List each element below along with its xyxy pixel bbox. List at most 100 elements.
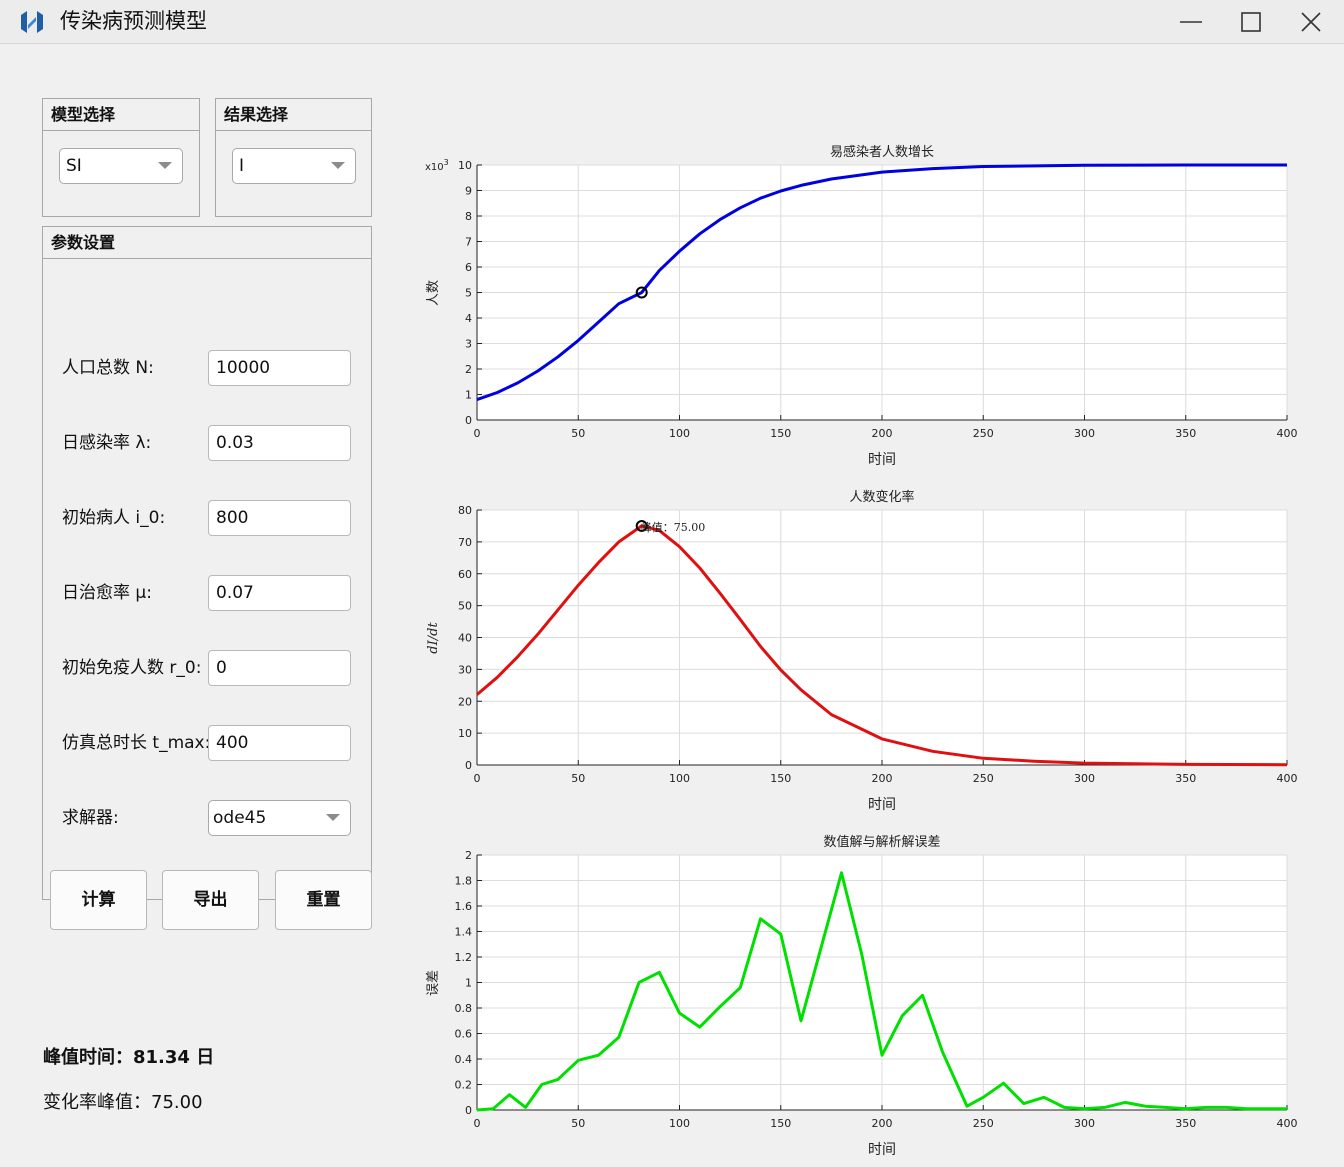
y-tick-label: 0.8 (455, 1002, 473, 1015)
susceptible-growth-chart: 易感染者人数增长 时间 人数 x103 0 50 100 150 200 250 300 35… (425, 144, 1298, 468)
y-tick-label: 3 (465, 338, 472, 351)
title-bar: 传染病预测模型 (0, 0, 1344, 44)
chevron-down-icon (326, 814, 340, 821)
y-tick-label: 20 (458, 695, 472, 708)
infection-rate-input[interactable]: 0.03 (208, 425, 351, 461)
y-tick-label: 2 (465, 363, 472, 376)
x-tick-label: 50 (571, 1117, 585, 1130)
x-tick-label: 300 (1074, 427, 1095, 440)
y-tick-label: 1 (465, 389, 472, 402)
x-tick-label: 350 (1175, 427, 1196, 440)
param-label-initial-immune: 初始免疫人数 r_0: (62, 658, 202, 678)
x-tick-label: 50 (571, 427, 585, 440)
x-tick-label: 400 (1277, 1117, 1298, 1130)
x-tick-label: 250 (973, 772, 994, 785)
solver-select[interactable]: ode45 (208, 800, 351, 836)
x-tick-label: 200 (872, 1117, 893, 1130)
window-title: 传染病预测模型 (60, 9, 207, 33)
peak-time-result: 峰值时间：81.34 日 (43, 1047, 215, 1068)
y-axis-label: 误差 (426, 970, 441, 996)
result-select[interactable]: I (232, 148, 356, 184)
y-tick-label: 1.6 (455, 900, 473, 913)
x-tick-label: 350 (1175, 772, 1196, 785)
chart-title: 人数变化率 (849, 489, 914, 505)
x-tick-label: 400 (1277, 427, 1298, 440)
x-axis-label: 时间 (868, 1142, 896, 1158)
param-label-solver: 求解器: (62, 808, 119, 828)
chevron-down-icon (158, 162, 172, 169)
x-tick-label: 300 (1074, 1117, 1095, 1130)
x-tick-label: 0 (474, 772, 481, 785)
y-tick-label: 0.6 (455, 1028, 473, 1041)
param-label-population: 人口总数 N: (62, 358, 154, 378)
chart-title: 易感染者人数增长 (830, 144, 934, 160)
y-tick-label: 1.8 (455, 875, 473, 888)
result-select-value: I (239, 156, 245, 176)
model-panel-title: 模型选择 (43, 99, 199, 131)
y-exponent-label: x103 (425, 158, 449, 173)
export-button[interactable]: 导出 (162, 870, 259, 930)
y-tick-label: 70 (458, 536, 472, 549)
x-axis-label: 时间 (868, 797, 896, 813)
x-tick-label: 100 (669, 1117, 690, 1130)
x-tick-label: 50 (571, 772, 585, 785)
x-tick-label: 0 (474, 1117, 481, 1130)
y-tick-label: 5 (465, 287, 472, 300)
y-tick-label: 0.2 (455, 1079, 473, 1092)
y-tick-label: 1 (465, 977, 472, 990)
x-tick-label: 0 (474, 427, 481, 440)
model-select-value: SI (66, 156, 82, 176)
compute-button[interactable]: 计算 (50, 870, 147, 930)
initial-infected-input[interactable]: 800 (208, 500, 351, 536)
y-tick-label: 8 (465, 210, 472, 223)
duration-input[interactable]: 400 (208, 725, 351, 761)
peak-rate-result: 变化率峰值：75.00 (43, 1092, 203, 1113)
recovery-rate-input[interactable]: 0.07 (208, 575, 351, 611)
y-tick-label: 10 (458, 159, 472, 172)
x-tick-label: 200 (872, 427, 893, 440)
y-tick-label: 0.4 (455, 1053, 473, 1066)
params-panel: 参数设置 (42, 226, 372, 900)
y-tick-label: 40 (458, 632, 472, 645)
x-tick-label: 300 (1074, 772, 1095, 785)
x-tick-label: 250 (973, 1117, 994, 1130)
result-panel-title: 结果选择 (216, 99, 371, 131)
x-tick-label: 150 (770, 1117, 791, 1130)
chart-title: 数值解与解析解误差 (823, 834, 940, 850)
change-rate-chart: 人数变化率 时间 dI/dt 0 50 100 150 200 250 300 350 400 0… (426, 489, 1298, 813)
y-tick-label: 60 (458, 568, 472, 581)
error-chart: 数值解与解析解误差 时间 误差 0 50 100 150 200 250 300 350 400… (426, 834, 1298, 1158)
y-axis-label: 人数 (426, 280, 441, 306)
params-panel-title: 参数设置 (43, 227, 371, 259)
param-label-initial-infected: 初始病人 i_0: (62, 508, 166, 528)
param-label-duration: 仿真总时长 t_max: (62, 733, 208, 753)
solver-select-value: ode45 (213, 808, 267, 828)
reset-button[interactable]: 重置 (275, 870, 372, 930)
minimize-icon[interactable] (1164, 0, 1220, 44)
x-tick-label: 150 (770, 427, 791, 440)
y-tick-label: 1.2 (455, 951, 473, 964)
x-tick-label: 200 (872, 772, 893, 785)
y-tick-label: 6 (465, 261, 472, 274)
y-tick-label: 10 (458, 727, 472, 740)
y-tick-label: 0 (465, 1104, 472, 1117)
x-tick-label: 400 (1277, 772, 1298, 785)
model-panel: 模型选择 SI (42, 98, 200, 217)
y-tick-label: 2 (465, 849, 472, 862)
close-icon[interactable] (1282, 0, 1338, 44)
y-tick-label: 1.4 (455, 926, 473, 939)
population-input[interactable]: 10000 (208, 350, 351, 386)
chevron-down-icon (331, 162, 345, 169)
y-tick-label: 30 (458, 663, 472, 676)
x-axis-label: 时间 (868, 452, 896, 468)
param-label-infection-rate: 日感染率 λ: (62, 433, 152, 453)
maximize-icon[interactable] (1222, 0, 1278, 44)
y-tick-label: 4 (465, 312, 472, 325)
x-tick-label: 250 (973, 427, 994, 440)
model-select[interactable]: SI (59, 148, 183, 184)
initial-immune-input[interactable]: 0 (208, 650, 351, 686)
y-axis-label: dI/dt (426, 622, 441, 654)
y-tick-label: 0 (465, 759, 472, 772)
peak-annotation: 峰值：75.00 (641, 521, 706, 534)
y-tick-label: 50 (458, 600, 472, 613)
